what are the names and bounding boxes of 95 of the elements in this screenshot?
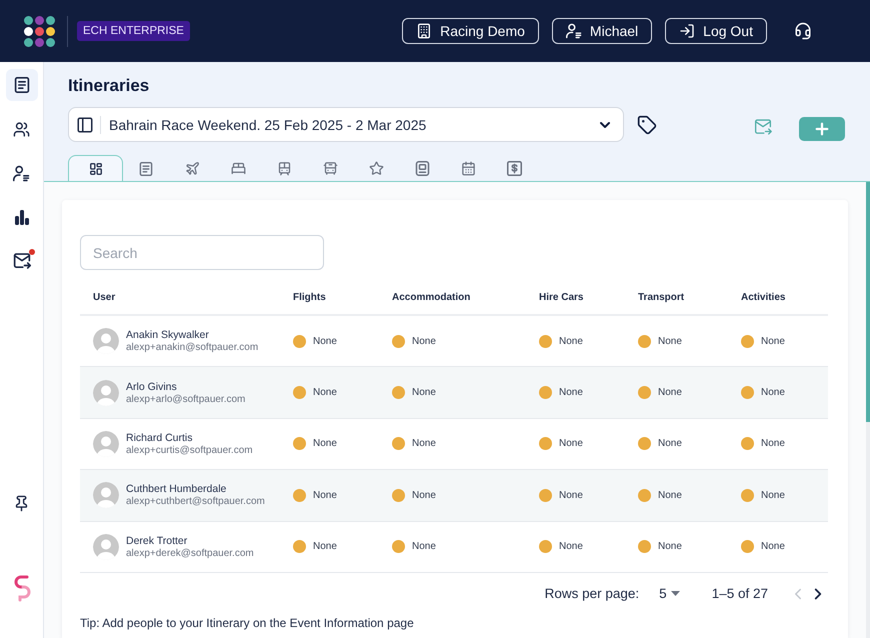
avatar-icon bbox=[93, 328, 119, 354]
logout-button[interactable]: Log Out bbox=[665, 18, 767, 44]
status-text: None bbox=[559, 336, 583, 347]
status-text: None bbox=[412, 541, 436, 552]
status-text: None bbox=[658, 438, 682, 450]
support-button[interactable] bbox=[794, 22, 812, 40]
user-name: Cuthbert Humberdale bbox=[126, 483, 228, 496]
status-text: None bbox=[559, 541, 583, 552]
scrollbar-thumb[interactable] bbox=[866, 182, 870, 422]
tag-button[interactable] bbox=[637, 115, 657, 135]
table-row[interactable]: Derek Trotter alexp+derek@softpauer.com None None None None None bbox=[80, 522, 828, 573]
rows-per-page-select[interactable]: 5 bbox=[655, 586, 684, 602]
user-email: alexp+derek@softpauer.com bbox=[126, 548, 254, 559]
bus-icon bbox=[322, 161, 338, 176]
status-text: None bbox=[412, 438, 436, 450]
status-text: None bbox=[658, 490, 682, 501]
plane-icon bbox=[184, 161, 200, 176]
status-text: None bbox=[761, 387, 785, 398]
dollar-note-icon bbox=[506, 161, 522, 176]
overview-tab[interactable] bbox=[68, 155, 123, 181]
search-field[interactable]: Search bbox=[80, 235, 324, 270]
user-list-icon bbox=[566, 23, 582, 39]
column-header: Hire Cars bbox=[539, 292, 584, 302]
brand-logo-icon bbox=[12, 574, 30, 602]
event-select[interactable]: Bahrain Race Weekend. 25 Feb 2025 - 2 Mar 2025 bbox=[68, 107, 624, 142]
user-name: Arlo Givins bbox=[126, 380, 178, 393]
bed-icon bbox=[230, 161, 246, 176]
send-mail-button[interactable] bbox=[754, 118, 772, 136]
column-header: Flights bbox=[293, 292, 326, 302]
avatar-icon bbox=[93, 430, 119, 457]
user-email: alexp+anakin@softpauer.com bbox=[126, 342, 258, 354]
column-header: User bbox=[93, 292, 116, 302]
bar-chart-icon bbox=[14, 209, 30, 225]
dashboard-icon bbox=[88, 162, 102, 176]
user-name: Richard Curtis bbox=[126, 432, 194, 444]
status-text: None bbox=[658, 336, 682, 347]
mail-forward-icon bbox=[754, 118, 772, 136]
status-text: None bbox=[559, 438, 583, 450]
rows-per-page-label: Rows per page: bbox=[544, 586, 640, 602]
status-text: None bbox=[658, 387, 682, 398]
status-text: None bbox=[412, 336, 436, 347]
device-icon bbox=[414, 161, 430, 176]
status-text: None bbox=[761, 438, 785, 450]
column-header: Activities bbox=[741, 292, 786, 302]
document-icon bbox=[139, 162, 153, 176]
avatar-icon bbox=[93, 380, 119, 406]
status-text: None bbox=[313, 336, 337, 347]
scrollbar-track[interactable] bbox=[866, 182, 870, 638]
status-text: None bbox=[313, 541, 337, 552]
logout-icon bbox=[679, 23, 696, 39]
itineraries-nav-item[interactable] bbox=[6, 69, 38, 101]
user-list-icon bbox=[13, 164, 30, 182]
column-header: Accommodation bbox=[392, 292, 470, 302]
page-range: 1–5 of 27 bbox=[712, 586, 768, 602]
status-text: None bbox=[412, 490, 436, 501]
status-text: None bbox=[313, 490, 337, 501]
user-email: alexp+arlo@softpauer.com bbox=[126, 394, 246, 405]
user-name: Anakin Skywalker bbox=[126, 329, 210, 342]
calendar-icon bbox=[460, 161, 476, 176]
tram-icon bbox=[276, 161, 292, 176]
status-text: None bbox=[761, 336, 785, 347]
mail-forward-icon bbox=[12, 252, 30, 270]
table-row[interactable]: Arlo Givins alexp+arlo@softpauer.com None None None None None bbox=[80, 367, 828, 419]
plus-icon bbox=[813, 120, 831, 138]
status-text: None bbox=[559, 490, 583, 501]
user-email: alexp+curtis@softpauer.com bbox=[126, 444, 253, 456]
page-title: Itineraries bbox=[68, 76, 150, 96]
users-icon bbox=[13, 120, 30, 138]
building-icon bbox=[416, 23, 432, 39]
headset-icon bbox=[794, 22, 812, 40]
user-button[interactable]: Michael bbox=[552, 18, 652, 44]
user-email: alexp+cuthbert@softpauer.com bbox=[126, 496, 265, 508]
company-button[interactable]: Racing Demo bbox=[402, 18, 539, 44]
column-header: Transport bbox=[638, 292, 684, 302]
status-text: None bbox=[313, 438, 337, 450]
caret-icon bbox=[670, 591, 680, 596]
tip-text: Tip: Add people to your Itinerary on the Event Information page bbox=[80, 614, 414, 631]
panel-icon bbox=[76, 116, 94, 134]
add-button[interactable] bbox=[799, 117, 845, 141]
status-text: None bbox=[412, 387, 436, 398]
plan-badge: ECH ENTERPRISE bbox=[77, 21, 190, 41]
logo-icon bbox=[24, 16, 55, 46]
star-icon bbox=[368, 161, 384, 176]
status-text: None bbox=[658, 541, 682, 552]
avatar-icon bbox=[93, 482, 119, 508]
status-text: None bbox=[761, 541, 785, 552]
status-text: None bbox=[559, 387, 583, 398]
user-name: Derek Trotter bbox=[126, 534, 188, 547]
status-text: None bbox=[761, 490, 785, 501]
pin-icon bbox=[13, 494, 30, 512]
document-icon bbox=[14, 77, 30, 93]
tag-icon bbox=[637, 115, 657, 135]
avatar-icon bbox=[93, 534, 119, 560]
table-row[interactable]: Cuthbert Humberdale alexp+cuthbert@softpauer.com None None None None None bbox=[80, 470, 828, 522]
status-text: None bbox=[313, 387, 337, 398]
